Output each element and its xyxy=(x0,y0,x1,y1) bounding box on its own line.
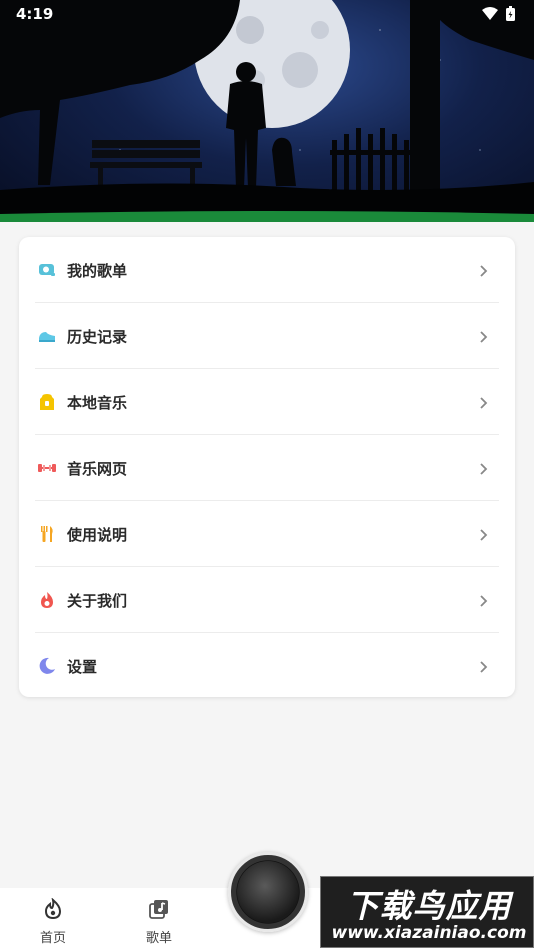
menu-item-label: 关于我们 xyxy=(67,591,128,610)
wifi-icon xyxy=(482,7,498,20)
grass-edge xyxy=(0,211,534,222)
menu-item-local-music[interactable]: 本地音乐 xyxy=(35,369,499,435)
tab-home[interactable]: 首页 xyxy=(23,897,83,946)
header-banner: 4:19 xyxy=(0,0,534,222)
menu-item-label: 本地音乐 xyxy=(67,393,128,412)
chevron-right-icon xyxy=(479,263,491,277)
menu-item-label: 音乐网页 xyxy=(67,459,128,478)
menu-item-label: 我的歌单 xyxy=(67,261,128,280)
menu-item-history[interactable]: 历史记录 xyxy=(35,303,499,369)
chevron-right-icon xyxy=(479,659,491,673)
now-playing-disc-button[interactable] xyxy=(228,852,308,932)
menu-item-label: 使用说明 xyxy=(67,525,128,544)
chevron-right-icon xyxy=(479,593,491,607)
watermark-url: www.xiazainiao.com xyxy=(331,923,527,943)
tab-home-label: 首页 xyxy=(39,931,66,946)
watermark-logo: 下载鸟应用 www.xiazainiao.com xyxy=(320,876,534,948)
fence-silhouette xyxy=(330,128,410,190)
playlist-icon xyxy=(37,260,57,280)
dog-silhouette xyxy=(272,137,296,186)
music-web-icon xyxy=(37,458,57,478)
instructions-icon xyxy=(37,524,57,544)
night-scene-illustration xyxy=(0,0,534,222)
home-flame-icon xyxy=(43,897,63,924)
menu-item-settings[interactable]: 设置 xyxy=(35,633,499,699)
menu-item-label: 历史记录 xyxy=(67,327,128,346)
menu-item-music-web[interactable]: 音乐网页 xyxy=(35,435,499,501)
chevron-right-icon xyxy=(479,527,491,541)
menu-card: 我的歌单 历史记录 本地音乐 音乐网页 使用说明 关于我们 设置 xyxy=(19,237,515,697)
person-silhouette xyxy=(226,81,266,188)
tab-playlist[interactable]: 歌单 xyxy=(129,898,189,946)
status-bar-icons xyxy=(480,6,520,26)
status-bar-time: 4:19 xyxy=(16,5,54,23)
chevron-right-icon xyxy=(479,461,491,475)
watermark-title: 下载鸟应用 xyxy=(346,887,512,925)
menu-item-instructions[interactable]: 使用说明 xyxy=(35,501,499,567)
chevron-right-icon xyxy=(479,395,491,409)
settings-icon xyxy=(37,656,57,676)
about-us-icon xyxy=(37,590,57,610)
menu-item-label: 设置 xyxy=(67,657,98,676)
local-music-icon xyxy=(37,392,57,412)
album-cover-image xyxy=(237,861,299,923)
history-icon xyxy=(37,326,57,346)
playlist-tab-icon xyxy=(148,898,170,924)
tab-playlist-label: 歌单 xyxy=(145,931,172,946)
menu-item-about-us[interactable]: 关于我们 xyxy=(35,567,499,633)
menu-item-my-playlist[interactable]: 我的歌单 xyxy=(35,237,499,303)
chevron-right-icon xyxy=(479,329,491,343)
